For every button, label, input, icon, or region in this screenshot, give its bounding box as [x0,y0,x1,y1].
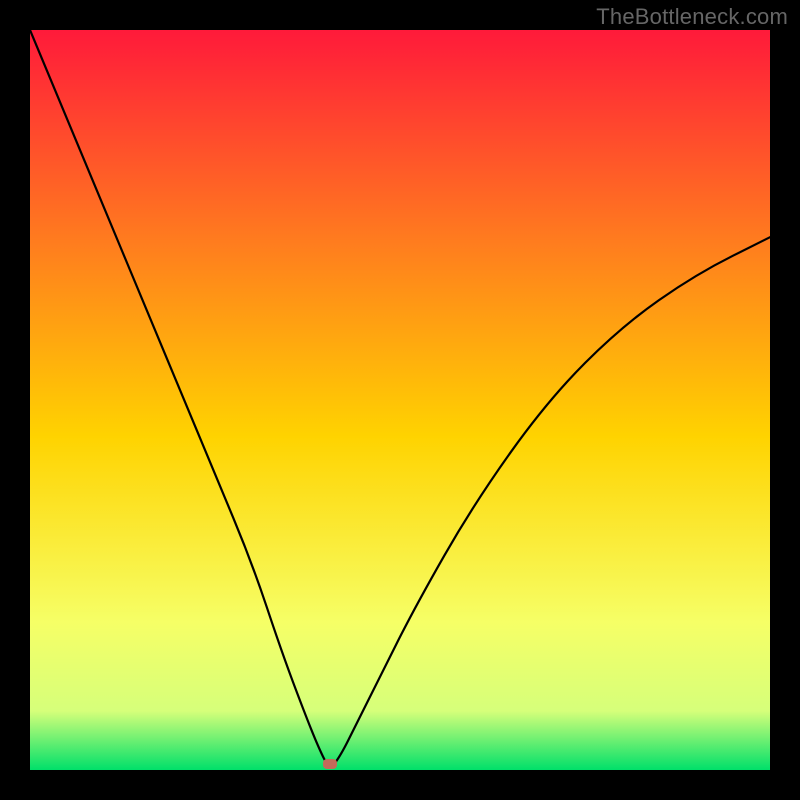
plot-area [30,30,770,770]
target-point-marker [323,759,337,769]
watermark-text: TheBottleneck.com [596,4,788,30]
chart-frame: TheBottleneck.com [0,0,800,800]
bottleneck-curve [30,30,770,770]
